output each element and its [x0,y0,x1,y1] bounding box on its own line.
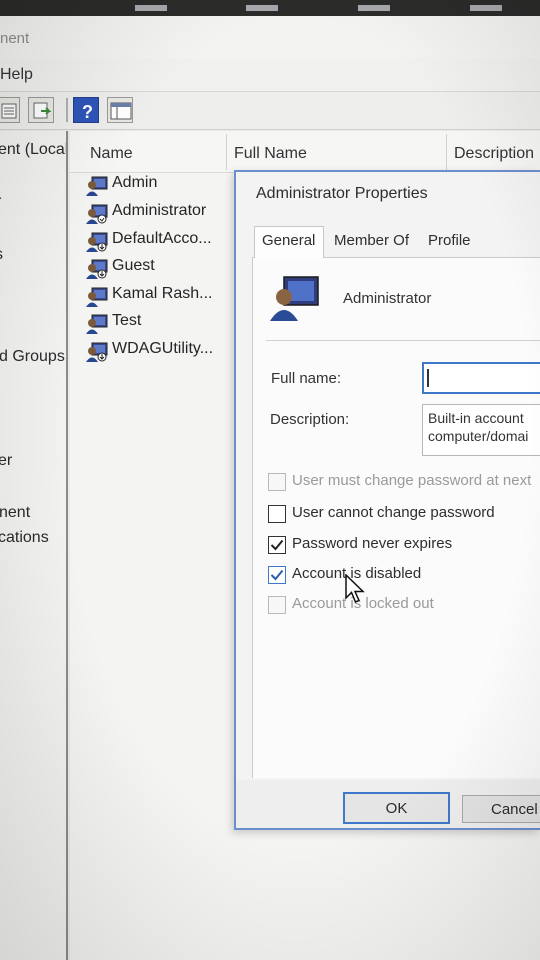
checkbox-box[interactable] [268,536,286,554]
panel-separator [266,340,540,341]
user-monitor-icon [86,232,108,252]
strip-mark [246,5,278,11]
menu-item-help[interactable]: Help [0,66,33,84]
checkmark-icon [270,569,284,581]
tab-profile[interactable]: Profile [428,232,471,249]
toolbar-export-button[interactable] [28,97,54,123]
checkbox-box[interactable] [268,505,286,523]
checkbox-label: User must change password at next [292,472,532,489]
full-name-label: Full name: [271,370,342,387]
list-view-icon [1,103,17,119]
tree-item-users[interactable]: r [0,193,1,211]
tab-general[interactable]: General [262,232,315,249]
tree-item-management[interactable]: nent [0,504,30,522]
console-window-icon [110,102,132,120]
tree-item-local-groups[interactable]: d Groups [0,348,65,366]
user-monitor-icon [270,276,319,321]
tree-item-root[interactable]: ent (Local [0,141,66,159]
title-bar [0,16,540,58]
toolbar-console-button[interactable] [107,97,133,123]
column-header-description[interactable]: Description [454,145,534,163]
user-monitor-icon [86,342,108,362]
text-caret [427,369,429,387]
user-monitor-icon [86,176,108,196]
checkbox-box[interactable] [268,596,286,614]
user-name: DefaultAcco... [112,230,212,247]
user-monitor-icon [86,314,108,334]
user-name: WDAGUtility... [112,340,214,357]
tree-item-manager[interactable]: er [0,452,12,470]
window-title: nent [0,30,30,47]
user-monitor-icon [86,287,108,307]
user-monitor-icon [86,204,108,224]
export-list-icon [33,102,52,119]
description-input[interactable]: Built-in account computer/domai [422,404,540,456]
user-name: Kamal Rash... [112,285,213,302]
checkbox-label: User cannot change password [292,504,495,521]
user-monitor-icon [86,259,108,279]
toolbar-list-button[interactable] [0,97,20,123]
dialog-user-name: Administrator [343,290,432,307]
mouse-pointer-icon [345,574,365,603]
dialog-title: Administrator Properties [256,185,428,202]
user-name: Guest [112,257,155,274]
user-name: Administrator [112,202,207,219]
column-header-full-name[interactable]: Full Name [234,145,307,163]
column-header-name[interactable]: Name [90,145,133,163]
strip-mark [470,5,502,11]
full-name-input[interactable] [422,362,540,394]
user-name: Test [112,312,142,329]
toolbar-separator [66,98,68,122]
help-icon: ? [82,102,93,122]
tree-item-applications[interactable]: cations [0,529,49,547]
ok-button[interactable]: OK [343,792,450,824]
checkbox-box[interactable] [268,566,286,584]
user-name: Admin [112,174,158,191]
column-divider[interactable] [446,134,447,170]
strip-mark [135,5,167,11]
tree-item-groups[interactable]: s [0,246,3,264]
strip-mark [358,5,390,11]
column-divider[interactable] [226,134,227,170]
tree-pane: ent (Local r s d Groups er nent cations [0,131,68,960]
description-line: Built-in account [428,410,524,426]
description-line: computer/domai [428,428,529,444]
checkmark-icon [270,539,284,551]
menu-bar [0,58,540,92]
cancel-button[interactable]: Cancel [462,795,540,823]
top-strip [0,0,540,16]
checkbox-label: Password never expires [292,535,453,552]
tab-member-of[interactable]: Member Of [334,232,409,249]
checkbox-box[interactable] [268,473,286,491]
description-label: Description: [270,411,350,428]
svg-text:?: ? [82,102,93,122]
toolbar-help-button[interactable]: ? [73,97,99,123]
